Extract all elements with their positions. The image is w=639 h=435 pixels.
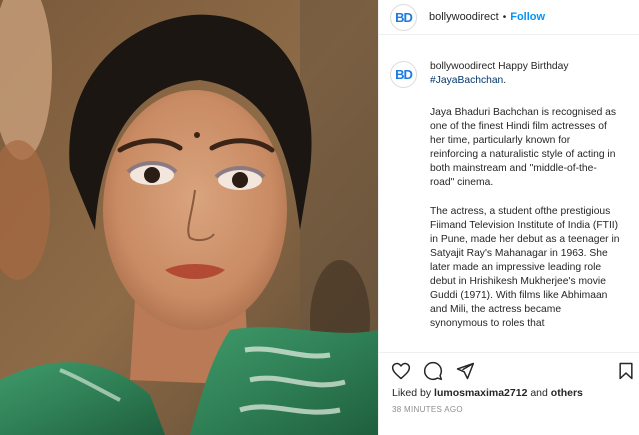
caption-avatar[interactable]: BD [390,61,417,88]
likes-prefix: Liked by [392,387,432,399]
caption-avatar-logo: BD [395,67,413,82]
separator-dot: • [502,11,507,23]
caption-paragraph-1: Jaya Bhaduri Bachchan is recognised as o… [430,107,617,189]
avatar[interactable]: BD [390,3,417,31]
caption-row: BD bollywoodirect Happy Birthday #JayaBa… [379,35,639,331]
post-photo[interactable] [0,0,378,435]
heart-icon[interactable] [391,361,411,381]
likes-others[interactable]: others [551,387,583,399]
caption-hashtag[interactable]: #JayaBachchan [430,75,503,86]
caption-greeting: Happy Birthday [498,61,569,72]
caption-username[interactable]: bollywoodirect [430,61,495,72]
post-username[interactable]: bollywoodirect [429,11,499,23]
caption-period: . [503,75,507,86]
caption-scroll-area[interactable]: BD bollywoodirect Happy Birthday #JayaBa… [379,35,639,350]
likes-summary: Liked by lumosmaxima2712 and others [392,387,583,399]
share-icon[interactable] [455,361,475,381]
comment-icon[interactable] [423,361,443,381]
likes-joiner: and [530,387,548,399]
bookmark-icon[interactable] [616,361,636,381]
caption-paragraph-2: The actress, a student ofthe prestigious… [430,205,620,330]
likes-user[interactable]: lumosmaxima2712 [434,387,527,399]
follow-button[interactable]: Follow [510,11,545,23]
portrait-image [0,0,378,435]
avatar-logo: BD [395,9,413,25]
caption-text: bollywoodirect Happy Birthday #JayaBachc… [430,60,620,331]
post-header: BD bollywoodirect • Follow [379,0,639,35]
action-bar [379,352,639,387]
post-side-panel: BD bollywoodirect • Follow BD bollywoodi… [378,0,639,435]
post-timestamp[interactable]: 38 MINUTES AGO [392,405,463,414]
